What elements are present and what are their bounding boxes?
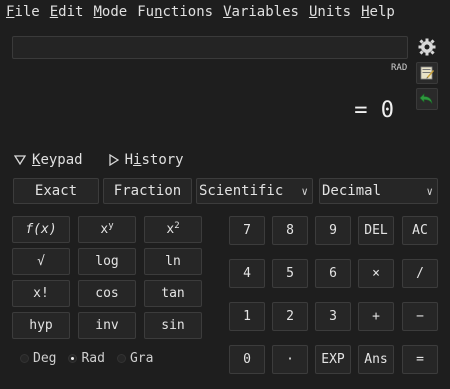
key-8[interactable]: 8 xyxy=(272,216,308,245)
menu-functions[interactable]: Functions xyxy=(137,4,213,20)
menu-units[interactable]: Units xyxy=(309,4,351,20)
function-key-power[interactable]: xy xyxy=(78,216,136,243)
key-6[interactable]: 6 xyxy=(315,259,351,288)
key-answer[interactable]: Ans xyxy=(358,345,394,374)
undo-arrow-icon xyxy=(419,93,433,104)
key-divide[interactable]: / xyxy=(402,259,438,288)
key-3[interactable]: 3 xyxy=(315,302,351,331)
key-decimal-point[interactable]: · xyxy=(272,345,308,374)
function-key-hyp[interactable]: hyp xyxy=(12,312,70,339)
function-key-square[interactable]: x2 xyxy=(144,216,202,243)
radio-gra[interactable]: Gra xyxy=(116,351,154,366)
radio-deg[interactable]: Deg xyxy=(20,351,56,366)
chevron-down-icon: ∨ xyxy=(301,184,308,198)
history-toggle[interactable]: Hi story xyxy=(108,152,184,168)
menu-edit[interactable]: Edit xyxy=(50,4,84,20)
menu-mode[interactable]: Mode xyxy=(93,4,127,20)
keypad-toggle[interactable]: Keypad xyxy=(14,152,83,168)
key-0[interactable]: 0 xyxy=(229,345,265,374)
function-key-fx[interactable]: f(x) xyxy=(12,216,70,243)
function-key-ln[interactable]: ln xyxy=(144,248,202,275)
key-1[interactable]: 1 xyxy=(229,302,265,331)
menu-help[interactable]: Help xyxy=(361,4,395,20)
key-all-clear[interactable]: AC xyxy=(402,216,438,245)
settings-button[interactable] xyxy=(416,36,438,58)
number-base-select[interactable]: Decimal ∨ xyxy=(319,178,438,204)
fraction-button[interactable]: Fraction xyxy=(103,178,192,204)
key-equals[interactable]: = xyxy=(402,345,438,374)
radio-rad[interactable]: Rad xyxy=(68,351,105,366)
key-7[interactable]: 7 xyxy=(229,216,265,245)
store-variable-icon xyxy=(420,66,434,80)
key-minus[interactable]: − xyxy=(402,302,438,331)
exact-button[interactable]: Exact xyxy=(13,178,99,204)
key-4[interactable]: 4 xyxy=(229,259,265,288)
panel-toggles: Keypad Hi story xyxy=(14,151,210,169)
key-delete[interactable]: DEL xyxy=(358,216,394,245)
function-key-tan[interactable]: tan xyxy=(144,280,202,307)
radio-label: Rad xyxy=(81,351,105,366)
key-9[interactable]: 9 xyxy=(315,216,351,245)
radio-label: Deg xyxy=(33,351,57,366)
key-exp[interactable]: EXP xyxy=(315,345,351,374)
radio-label: Gra xyxy=(129,351,154,366)
store-variable-button[interactable] xyxy=(416,62,438,84)
key-plus[interactable]: + xyxy=(358,302,394,331)
angle-mode-indicator: RAD xyxy=(391,63,408,73)
expression-input[interactable] xyxy=(12,36,408,59)
key-label: x xyxy=(100,222,109,237)
radio-indicator xyxy=(116,354,126,363)
function-key-cos[interactable]: cos xyxy=(78,280,136,307)
keypad-type-value: Scientific xyxy=(199,183,284,199)
menu-variables[interactable]: Variables xyxy=(223,4,299,20)
menu-file[interactable]: File xyxy=(6,4,40,20)
function-key-sqrt[interactable]: √ xyxy=(12,248,70,275)
key-exponent: y xyxy=(108,220,114,231)
triangle-down-icon xyxy=(14,155,26,165)
key-2[interactable]: 2 xyxy=(272,302,308,331)
radio-indicator xyxy=(68,354,78,363)
function-key-log[interactable]: log xyxy=(78,248,136,275)
result-display: = 0 xyxy=(354,98,394,123)
menu-bar: File Edit Mode Functions Variables Units… xyxy=(0,0,450,24)
function-key-factorial[interactable]: x! xyxy=(12,280,70,307)
key-5[interactable]: 5 xyxy=(272,259,308,288)
gear-icon xyxy=(418,38,436,56)
function-key-sin[interactable]: sin xyxy=(144,312,202,339)
key-exponent: 2 xyxy=(174,220,180,231)
chevron-down-icon: ∨ xyxy=(426,184,433,198)
triangle-right-icon xyxy=(108,154,119,166)
key-multiply[interactable]: × xyxy=(358,259,394,288)
key-label: f(x) xyxy=(25,222,57,237)
radio-indicator xyxy=(20,354,29,363)
function-key-inv[interactable]: inv xyxy=(78,312,136,339)
key-label: x xyxy=(166,222,175,237)
keypad-type-select[interactable]: Scientific ∨ xyxy=(196,178,313,204)
undo-button[interactable] xyxy=(416,88,438,110)
number-base-value: Decimal xyxy=(322,183,382,199)
angle-unit-group: Deg Rad Gra xyxy=(20,351,165,366)
